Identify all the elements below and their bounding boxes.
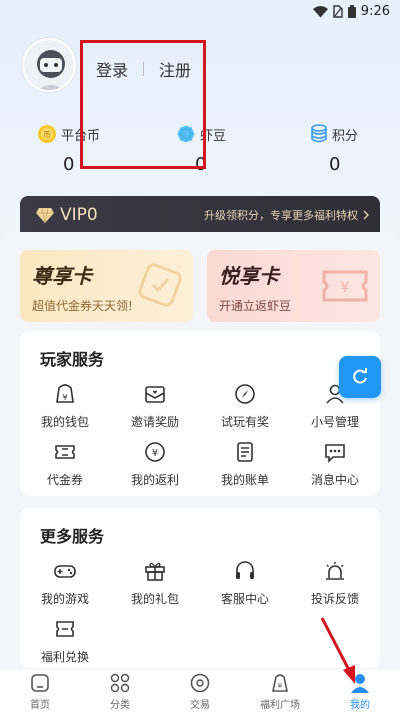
item-label: 我的游戏: [40, 592, 89, 606]
invite-envelope-icon: [145, 386, 165, 403]
exchange-ticket-icon: [56, 621, 74, 637]
tab-trade[interactable]: 交易: [160, 669, 240, 712]
grid-icon: [110, 673, 130, 693]
item-label: 邀请奖励: [130, 415, 179, 429]
svg-text:币: 币: [43, 131, 51, 140]
message-icon: [325, 444, 345, 463]
voucher-icon: [55, 445, 75, 459]
svg-text:¥: ¥: [62, 393, 67, 402]
tab-welfare-square[interactable]: ¥ 福利广场: [240, 669, 320, 712]
coin-icon: 币: [38, 125, 56, 143]
chevron-right-icon: [363, 210, 369, 220]
highlight-annotation: [80, 40, 206, 169]
svg-text:¥: ¥: [341, 280, 350, 296]
gift-icon: [145, 562, 165, 581]
refresh-icon: [353, 368, 367, 384]
yuexiang-card[interactable]: 悦享卡 开通立返虾豆 ¥: [207, 250, 380, 322]
tab-home[interactable]: 首页: [0, 669, 80, 712]
stat-points[interactable]: 积分 0: [310, 124, 358, 175]
tab-mine[interactable]: 我的: [320, 669, 400, 712]
diamond-icon: [36, 207, 54, 223]
section-title: 更多服务: [40, 527, 105, 546]
item-label: 客服中心: [220, 592, 269, 606]
message-center-item[interactable]: 消息中心: [290, 439, 380, 488]
bill-icon: [237, 442, 253, 462]
status-icons: 9:26: [312, 4, 390, 19]
rebate-icon: ¥: [145, 442, 165, 462]
more-services-panel: 更多服务 我的游戏 我的礼包 客服中心 投诉反馈 福利兑换: [20, 508, 380, 668]
svg-text:¥: ¥: [278, 682, 283, 690]
wallet-icon: ¥: [56, 384, 74, 403]
item-label: 我的礼包: [130, 592, 179, 606]
item-label: 消息中心: [310, 473, 359, 487]
invite-reward-item[interactable]: 邀请奖励: [110, 381, 200, 430]
refresh-button[interactable]: [339, 356, 381, 398]
home-icon: [31, 674, 49, 692]
ticket-icon: [138, 263, 182, 307]
tab-label: 首页: [30, 700, 50, 711]
stat-value: 0: [329, 154, 341, 175]
vip-bar[interactable]: VIP0 升级领积分，专享更多福利特权: [20, 196, 380, 234]
tab-label: 交易: [190, 700, 210, 711]
zunxiang-card[interactable]: 尊享卡 超值代金券天天领!: [20, 250, 193, 322]
feedback-item[interactable]: 投诉反馈: [290, 558, 380, 607]
voucher-item[interactable]: 代金券: [20, 439, 110, 488]
bottom-tab-bar: 首页 分类 交易 ¥ 福利广场 我的: [0, 668, 400, 712]
coupon-icon: ¥: [322, 270, 368, 302]
item-label: 试玩有奖: [220, 415, 269, 429]
item-label: 代金券: [46, 473, 83, 487]
status-time: 9:26: [360, 4, 390, 19]
wifi-icon: [312, 5, 328, 17]
avatar-icon: [24, 40, 74, 90]
section-title: 玩家服务: [40, 350, 105, 369]
tab-label: 我的: [350, 700, 370, 711]
item-label: 我的账单: [220, 473, 269, 487]
tab-category[interactable]: 分类: [80, 669, 160, 712]
item-label: 小号管理: [310, 415, 359, 429]
no-sim-icon: [333, 5, 343, 18]
welfare-exchange-item[interactable]: 福利兑换: [20, 616, 110, 665]
gift-pack-item[interactable]: 我的礼包: [110, 558, 200, 607]
wallet-item[interactable]: ¥ 我的钱包: [20, 381, 110, 430]
trial-reward-item[interactable]: 试玩有奖: [200, 381, 290, 430]
profile-icon: [351, 674, 369, 693]
vip-tip: 升级领积分，专享更多福利特权: [204, 209, 358, 222]
customer-service-item[interactable]: 客服中心: [200, 558, 290, 607]
my-games-item[interactable]: 我的游戏: [20, 558, 110, 607]
vip-level: VIP0: [60, 205, 98, 225]
tab-label: 分类: [110, 700, 130, 711]
battery-icon: [347, 5, 356, 18]
points-icon: [311, 124, 327, 143]
gamepad-icon: [54, 565, 76, 578]
item-label: 福利兑换: [40, 650, 89, 664]
status-bar: 9:26: [0, 0, 400, 24]
rebate-item[interactable]: ¥ 我的返利: [110, 439, 200, 488]
trade-icon: [190, 673, 210, 693]
tab-label: 福利广场: [260, 700, 300, 711]
item-label: 我的返利: [130, 473, 179, 487]
headset-icon: [236, 561, 254, 579]
svg-text:¥: ¥: [152, 448, 158, 459]
player-services-panel: 玩家服务 ¥ 我的钱包 邀请奖励 试玩有奖 小号管理 代金券 ¥ 我的返利 我的…: [20, 331, 380, 496]
bill-item[interactable]: 我的账单: [200, 439, 290, 488]
money-bag-icon: ¥: [272, 674, 288, 692]
item-label: 投诉反馈: [310, 592, 359, 606]
stat-label: 积分: [332, 128, 359, 144]
compass-icon: [235, 384, 255, 404]
avatar[interactable]: [22, 38, 76, 92]
alarm-icon: [326, 562, 344, 580]
item-label: 我的钱包: [40, 415, 89, 429]
